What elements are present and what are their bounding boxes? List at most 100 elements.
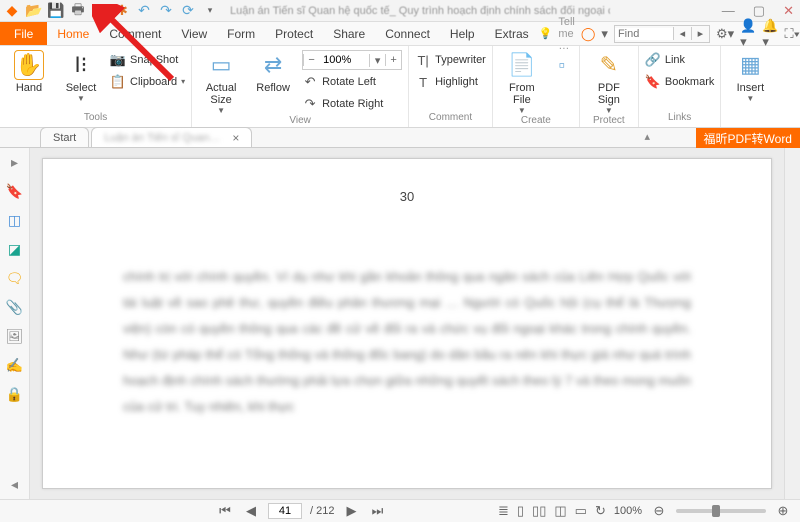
rotate-view-icon[interactable]: ↻ [595, 503, 606, 519]
current-page-input[interactable] [268, 503, 302, 519]
comments-panel-icon[interactable]: 🗨 [6, 270, 24, 287]
snapshot-button[interactable]: 📷 SnapShot [110, 50, 185, 70]
qat-more-icon[interactable]: ▾ [202, 3, 218, 19]
find-next-icon[interactable]: ▸ [691, 27, 709, 40]
tellme-icon[interactable]: 💡 [539, 27, 553, 40]
chevron-down-icon: ▼ [746, 94, 754, 103]
image-panel-icon[interactable]: 🖼 [6, 328, 24, 345]
close-icon[interactable]: ✕ [783, 3, 794, 19]
reload-icon[interactable]: ⟳ [180, 3, 196, 19]
find-box[interactable]: ◂ ▸ [614, 25, 710, 43]
signature-panel-icon[interactable]: ✍ [6, 357, 23, 374]
continuous-view-icon[interactable]: ≣ [498, 503, 509, 519]
first-page-icon[interactable]: ⏮ [216, 503, 234, 519]
zoom-in-status-icon[interactable]: ⊕ [774, 503, 792, 519]
from-file-button[interactable]: 📄 From File ▼ [499, 50, 545, 115]
insert-button[interactable]: ▦ Insert ▼ [727, 50, 773, 103]
bell-icon[interactable]: 🔔▾ [762, 18, 778, 50]
clipboard-button[interactable]: 📋 Clipboard ▾ [110, 72, 185, 92]
tab-protect[interactable]: Protect [265, 22, 323, 45]
zoom-dropdown-icon[interactable]: ▾ [369, 54, 385, 67]
palette-icon[interactable]: ▾ [601, 26, 608, 42]
zoom-combo[interactable]: − ▾ + [302, 50, 402, 70]
reflow-button[interactable]: ⇄ Reflow [250, 50, 296, 94]
pdf-sign-button[interactable]: ✎ PDF Sign ▼ [586, 50, 632, 115]
document-tabs: Start Luận án Tiến sĩ Quan… × ▴ 福昕PDF转Wo… [0, 128, 800, 148]
hand-button[interactable]: ✋ Hand [6, 50, 52, 94]
prev-page-icon[interactable]: ◀ [242, 503, 260, 519]
pages-panel-icon[interactable]: ◫ [8, 212, 21, 229]
vertical-scrollbar[interactable] [784, 148, 800, 499]
tab-comment[interactable]: Comment [99, 22, 171, 45]
highlight-button[interactable]: T Highlight [415, 72, 486, 92]
redo-icon[interactable]: ↷ [158, 3, 174, 19]
last-page-icon[interactable]: ⏭ [368, 503, 386, 519]
facing-icon[interactable]: ▯▯ [532, 503, 546, 519]
group-insert: ▦ Insert ▼ [721, 46, 779, 127]
security-panel-icon[interactable]: 🔒 [6, 386, 23, 403]
group-links: 🔗 Link 🔖 Bookmark Links [639, 46, 722, 127]
mail-icon[interactable]: ✉ [92, 3, 108, 19]
expand-nav-icon[interactable]: ▸ [11, 154, 18, 171]
hand-icon: ✋ [14, 50, 44, 80]
refresh-icon[interactable]: ◯ [581, 26, 596, 42]
tab-help[interactable]: Help [440, 22, 485, 45]
user-icon[interactable]: 👤▾ [740, 18, 756, 50]
find-prev-icon[interactable]: ◂ [673, 27, 691, 40]
zoom-out-icon[interactable]: − [303, 54, 319, 66]
layers-panel-icon[interactable]: ◪ [8, 241, 21, 258]
insert-icon: ▦ [735, 50, 765, 80]
read-mode-icon[interactable]: ▭ [575, 503, 587, 519]
tab-view[interactable]: View [171, 22, 217, 45]
zoom-input[interactable] [319, 54, 369, 66]
tab-start[interactable]: Start [40, 127, 89, 147]
open-icon[interactable]: 📂 [26, 3, 42, 19]
link-button[interactable]: 🔗 Link [645, 50, 715, 70]
tab-current-doc[interactable]: Luận án Tiến sĩ Quan… × [91, 127, 252, 147]
tab-home[interactable]: Home [47, 22, 99, 45]
convert-to-word-button[interactable]: 福昕PDF转Word [696, 128, 800, 148]
zoom-in-icon[interactable]: + [385, 54, 401, 66]
minimize-icon[interactable]: ― [722, 3, 735, 19]
bookmarks-panel-icon[interactable]: 🔖 [6, 183, 23, 200]
page-area[interactable]: 30 chính trị với chính quyền. Ví dụ như … [30, 148, 784, 499]
maximize-icon[interactable]: ▢ [753, 3, 765, 19]
tab-form[interactable]: Form [217, 22, 265, 45]
highlight-icon: T [415, 74, 431, 90]
search-settings-icon[interactable]: ⚙▾ [716, 26, 734, 42]
continuous-facing-icon[interactable]: ◫ [554, 503, 566, 519]
single-page-icon[interactable]: ▯ [517, 503, 524, 519]
tab-close-icon[interactable]: × [232, 131, 239, 145]
zoom-out-status-icon[interactable]: ⊖ [650, 503, 668, 519]
bookmark-button[interactable]: 🔖 Bookmark [645, 72, 715, 92]
new-icon[interactable]: ✱ [114, 3, 130, 19]
undo-icon[interactable]: ↶ [136, 3, 152, 19]
select-button[interactable]: I⁝ Select ▼ [58, 50, 104, 103]
print-icon[interactable]: 🖶 [70, 3, 86, 19]
attachments-panel-icon[interactable]: 📎 [6, 299, 23, 316]
save-icon[interactable]: 💾 [48, 3, 64, 19]
blank-button[interactable]: ▫ [551, 50, 573, 80]
next-page-icon[interactable]: ▶ [342, 503, 360, 519]
rotate-left-button[interactable]: ↶ Rotate Left [302, 72, 402, 92]
fullscreen-icon[interactable]: ⛶▾ [785, 26, 800, 42]
actual-size-button[interactable]: ▭ Actual Size ▼ [198, 50, 244, 115]
rotate-right-button[interactable]: ↷ Rotate Right [302, 94, 402, 114]
zoom-thumb[interactable] [712, 505, 720, 517]
clipboard-icon: 📋 [110, 74, 126, 90]
tab-share[interactable]: Share [323, 22, 375, 45]
tellme-text[interactable]: Tell me … [558, 16, 575, 52]
page-separator: / 212 [310, 505, 334, 517]
tab-connect[interactable]: Connect [375, 22, 440, 45]
typewriter-button[interactable]: T| Typewriter [415, 50, 486, 70]
tab-file[interactable]: File [0, 22, 47, 45]
zoom-pct-text: 100% [614, 505, 642, 517]
tab-extras[interactable]: Extras [485, 22, 539, 45]
nav-panel: ▸ 🔖 ◫ ◪ 🗨 📎 🖼 ✍ 🔒 ◂ [0, 148, 30, 499]
nav-expand-icon[interactable]: ◂ [11, 476, 18, 493]
zoom-slider[interactable] [676, 509, 766, 513]
find-input[interactable] [615, 28, 673, 40]
document-page: 30 chính trị với chính quyền. Ví dụ như … [42, 158, 772, 489]
chevron-down-icon: ▼ [605, 106, 613, 115]
collapse-ribbon-icon[interactable]: ▴ [644, 130, 650, 143]
